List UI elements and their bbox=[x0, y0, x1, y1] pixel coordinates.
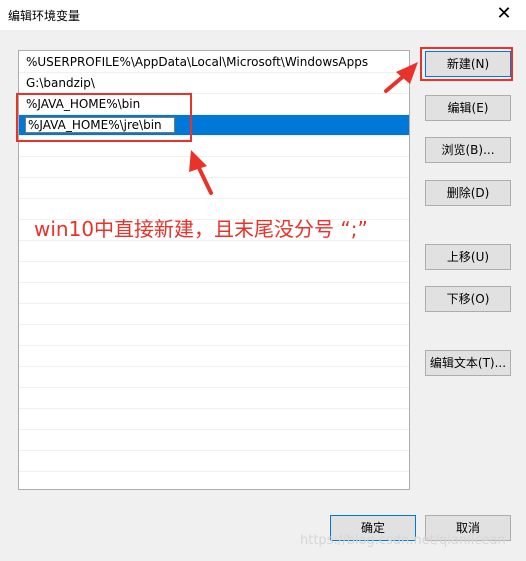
annotation-arrows bbox=[189, 62, 418, 195]
watermark: https://blog.csdn.net/qianlicean bbox=[300, 533, 506, 548]
arrow-to-new-button-icon bbox=[384, 62, 418, 93]
annotation-text: win10中直接新建，且末尾没分号 “;” bbox=[34, 217, 368, 241]
arrow-to-entries-icon bbox=[189, 150, 213, 195]
